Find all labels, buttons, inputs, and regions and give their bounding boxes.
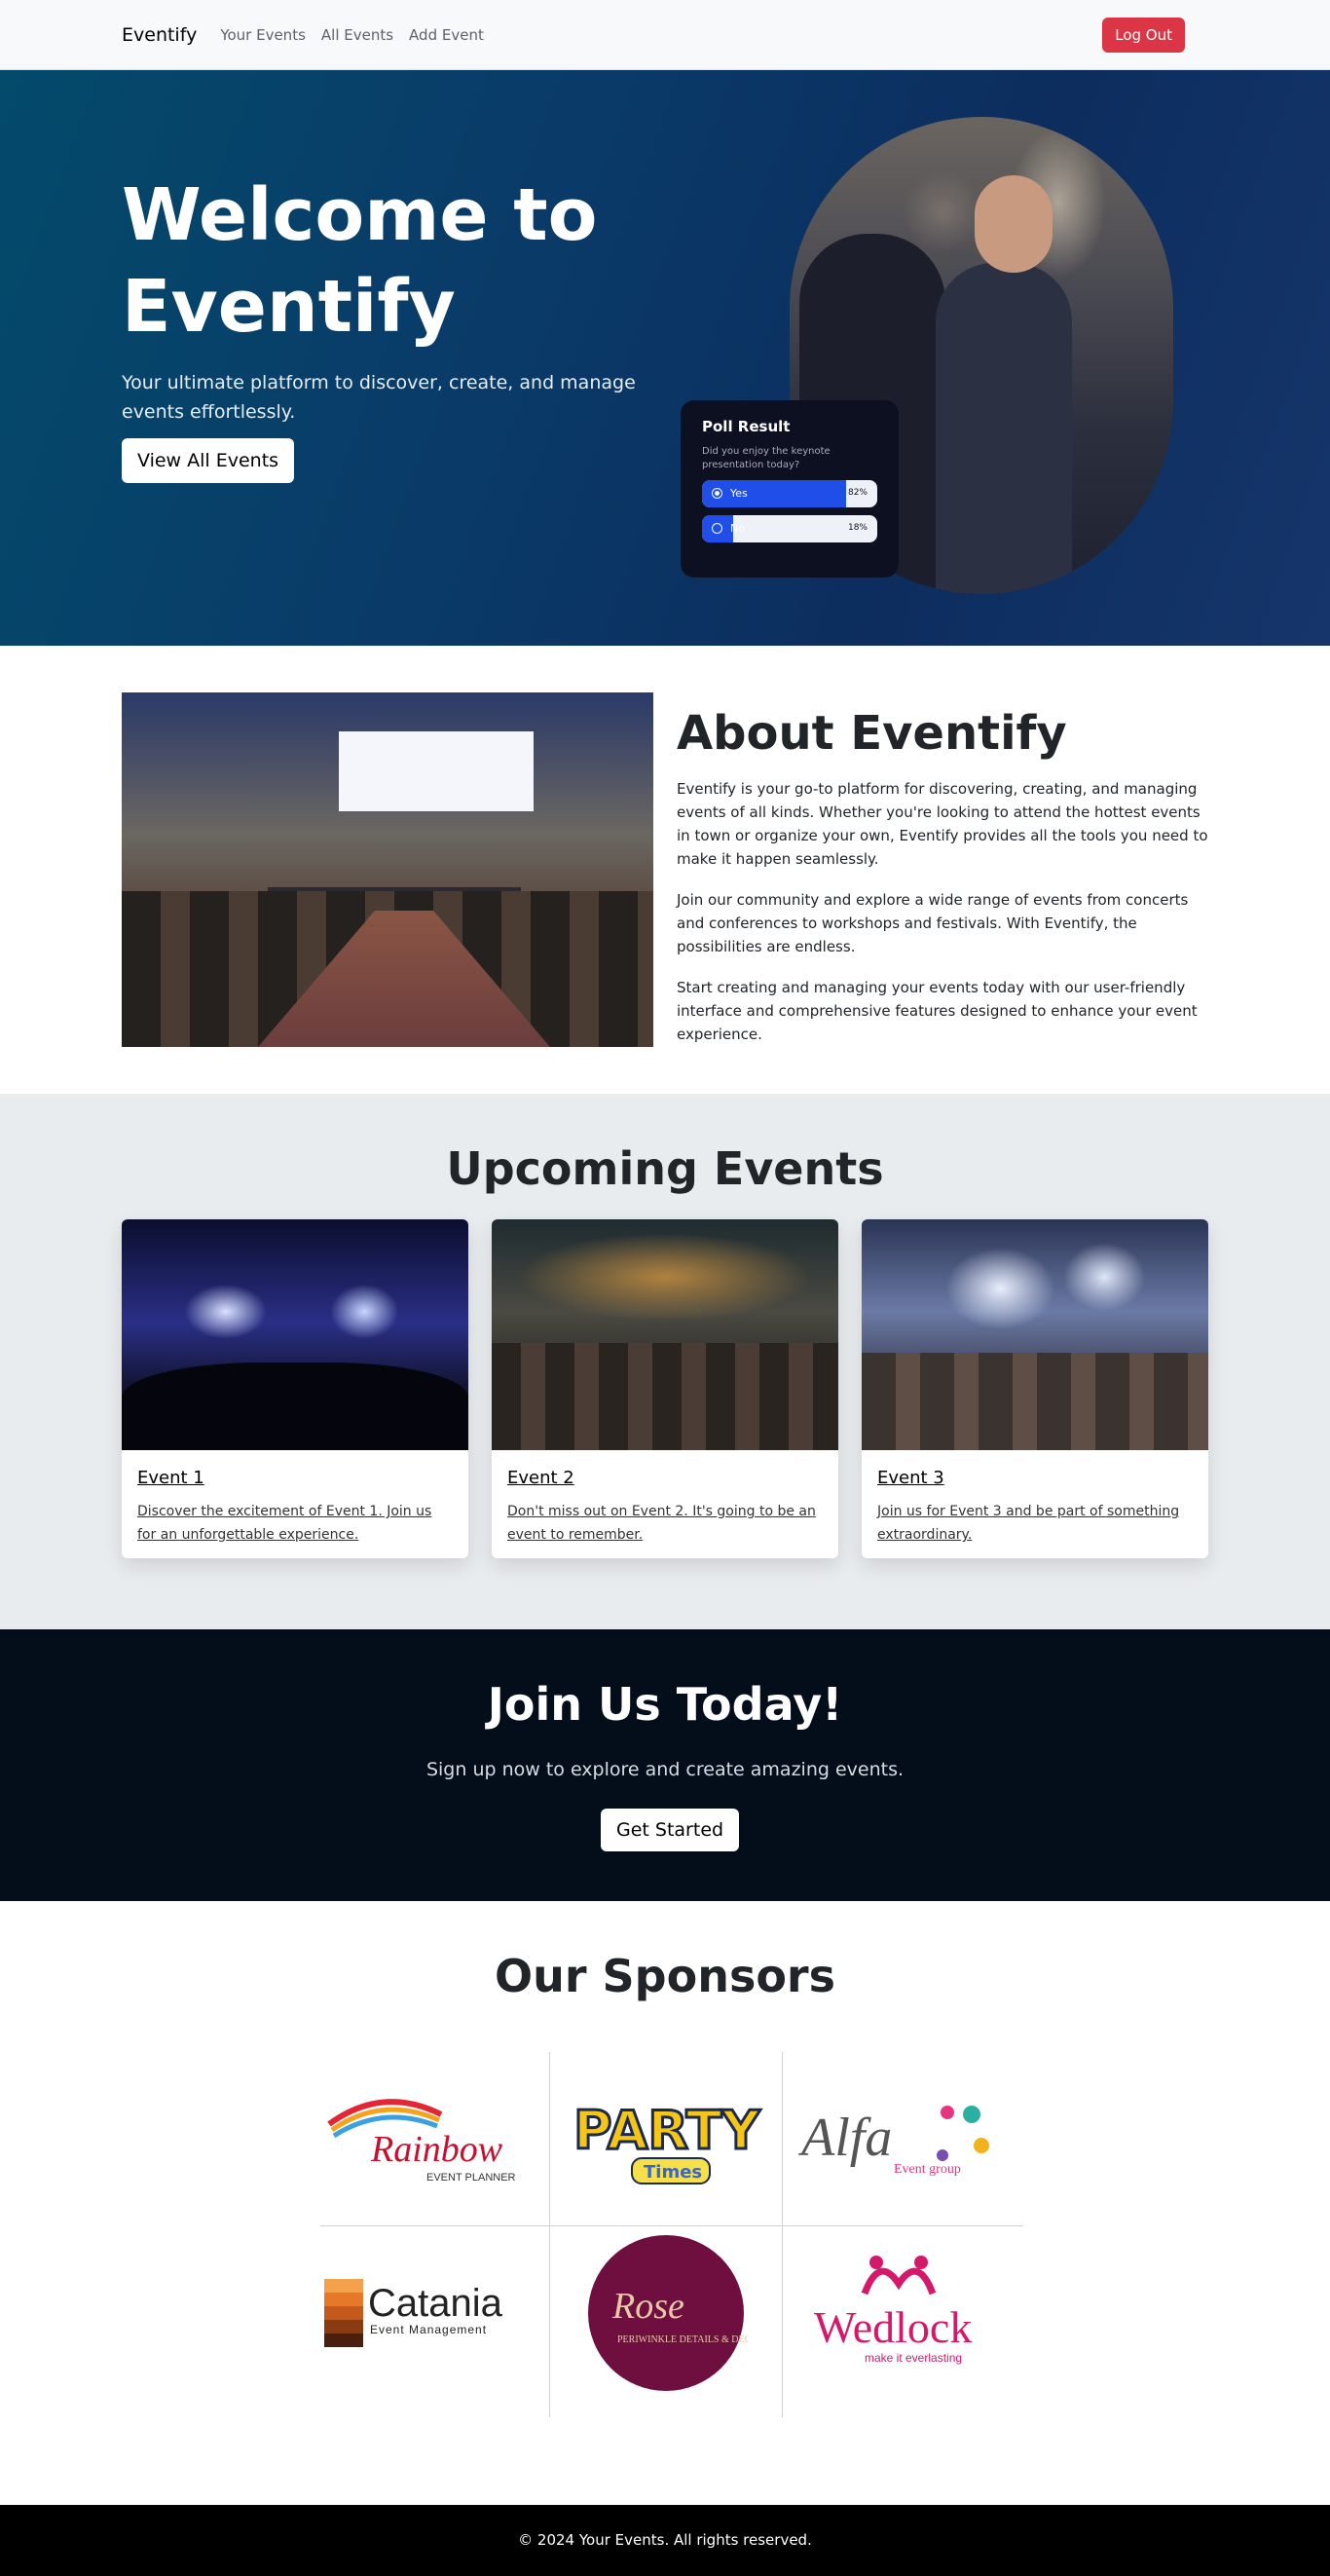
event-title[interactable]: Event 1 [137,1468,204,1488]
poll-option-label: Yes [730,487,748,500]
get-started-button[interactable]: Get Started [601,1809,740,1851]
view-all-events-button[interactable]: View All Events [122,438,295,483]
poll-option-percent: 82% [847,488,868,498]
sponsor-logo-catania[interactable]: Catania Event Management [310,2226,543,2400]
brand-link[interactable]: Eventify [122,24,197,46]
svg-text:Wedlock: Wedlock [814,2302,972,2352]
join-title: Join Us Today! [487,1678,843,1731]
about-section: About Eventify Eventify is your go-to pl… [0,646,1330,1094]
event-description[interactable]: Don't miss out on Event 2. It's going to… [507,1500,823,1547]
sponsor-logo-rainbow[interactable]: Rainbow EVENT PLANNER [310,2052,543,2225]
svg-text:make it everlasting: make it everlasting [865,2351,962,2365]
poll-question: Did you enjoy the keynote presentation t… [702,446,831,470]
rose-logo: Rose PERIWINKLE DETAILS & DECOR [588,2235,749,2391]
upcoming-events-section: Upcoming Events Event 1 Discover the exc… [0,1094,1330,1629]
svg-text:PARTY: PARTY [573,2100,760,2161]
hero-section: Welcome to Eventify Your ultimate platfo… [0,70,1330,646]
navbar: Eventify Your Events All Events Add Even… [0,0,1330,70]
about-paragraph: Start creating and managing your events … [677,979,1198,1043]
hero-subtitle: Your ultimate platform to discover, crea… [122,372,636,423]
poll-option-percent: 18% [847,523,868,533]
event-card[interactable]: Event 3 Join us for Event 3 and be part … [862,1219,1208,1558]
event-card[interactable]: Event 1 Discover the excitement of Event… [122,1219,468,1558]
poll-result-card: Poll Result Did you enjoy the keynote pr… [681,400,899,578]
event-title[interactable]: Event 2 [507,1468,574,1488]
nav-link-your-events[interactable]: Your Events [220,26,306,44]
logout-button[interactable]: Log Out [1102,18,1185,53]
sponsors-title: Our Sponsors [494,1950,835,2002]
sponsor-logo-party-times[interactable]: PARTY Times [549,2052,783,2225]
radio-icon [712,523,722,534]
event-image [862,1219,1208,1450]
footer: © 2024 Your Events. All rights reserved. [0,2505,1330,2576]
event-card[interactable]: Event 2 Don't miss out on Event 2. It's … [492,1219,838,1558]
svg-text:Event group: Event group [894,2162,961,2177]
alfa-logo: Alfa Event group [797,2106,989,2177]
svg-text:Alfa: Alfa [797,2108,892,2168]
sponsor-logo-alfa[interactable]: Alfa Event group [782,2052,1016,2225]
join-section: Join Us Today! Sign up now to explore an… [0,1629,1330,1901]
svg-text:Rose: Rose [611,2286,684,2327]
sponsors-section: Our Sponsors Rainbow EVENT PLANNER PARTY… [0,1901,1330,2505]
svg-text:PERIWINKLE DETAILS & DECOR: PERIWINKLE DETAILS & DECOR [617,2334,749,2345]
event-title[interactable]: Event 3 [877,1468,944,1488]
nav-link-all-events[interactable]: All Events [321,26,393,44]
event-image [122,1219,468,1450]
sponsor-logo-rose[interactable]: Rose PERIWINKLE DETAILS & DECOR [549,2226,783,2400]
event-image [492,1219,838,1450]
svg-text:EVENT PLANNER: EVENT PLANNER [426,2172,516,2184]
nav-link-add-event[interactable]: Add Event [409,26,484,44]
conference-photo [122,692,653,1047]
event-description[interactable]: Join us for Event 3 and be part of somet… [877,1500,1193,1547]
poll-option-label: No [730,522,745,535]
svg-text:Catania: Catania [368,2282,503,2325]
hero-title: Welcome to Eventify [122,173,598,349]
wedlock-logo: Wedlock make it everlasting [814,2256,972,2365]
catania-logo: Catania Event Management [324,2279,503,2347]
event-description[interactable]: Discover the excitement of Event 1. Join… [137,1500,453,1547]
about-paragraph: Join our community and explore a wide ra… [677,891,1189,955]
party-times-logo: PARTY Times [573,2099,762,2184]
footer-text: © 2024 Your Events. All rights reserved. [518,2531,812,2549]
svg-text:Times: Times [644,2162,702,2183]
svg-text:Rainbow: Rainbow [370,2129,503,2170]
poll-option-no[interactable]: No 18% [702,515,877,542]
poll-title: Poll Result [702,418,791,435]
poll-option-yes[interactable]: Yes 82% [702,480,877,507]
about-paragraph: Eventify is your go-to platform for disc… [677,780,1208,868]
upcoming-events-title: Upcoming Events [446,1142,884,1195]
rainbow-logo: Rainbow EVENT PLANNER [327,2099,516,2184]
sponsor-logo-wedlock[interactable]: Wedlock make it everlasting [782,2226,1016,2400]
join-subtitle: Sign up now to explore and create amazin… [425,1759,905,1780]
svg-text:Event Management: Event Management [370,2323,487,2336]
radio-icon [712,488,722,499]
about-title: About Eventify [677,706,1067,761]
